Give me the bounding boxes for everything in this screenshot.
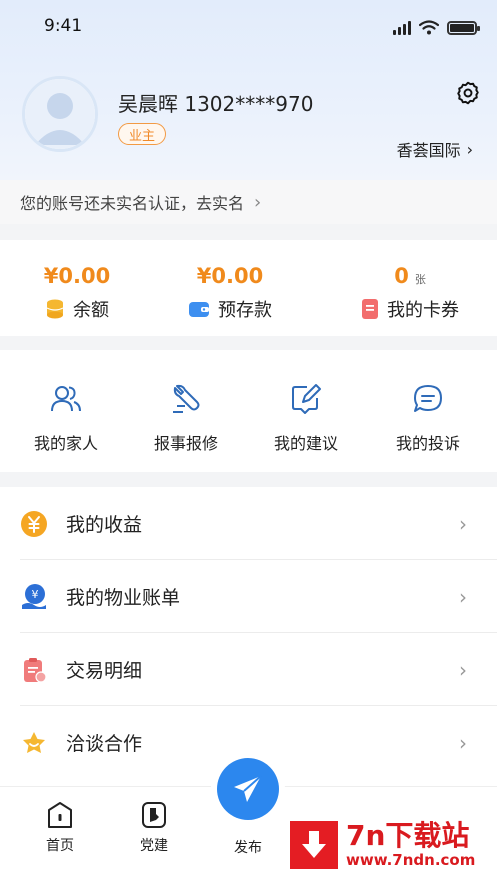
service-family[interactable]: 我的家人 [4,350,128,472]
role-badge: 业主 [118,123,166,145]
wallet-card: ¥0.00 余额 ¥0.00 预存款 0张 我的卡券 [0,240,497,336]
gear-icon[interactable] [455,80,481,106]
services-card: 我的家人 报事报修 我的建议 我的投诉 [0,350,497,472]
wallet-balance[interactable]: ¥0.00 余额 [15,240,139,336]
profile-header: 9:41 吴晨晖 1302****970 业主 香荟国际 › [0,0,497,180]
yuan-coin-icon [21,510,47,537]
prepaid-amount: ¥0.00 [196,264,264,288]
menu-item-cooperation-label: 洽谈合作 [66,733,143,755]
wallet-icon [189,302,209,317]
transaction-icon [24,657,47,683]
service-complaint[interactable]: 我的投诉 [366,350,490,472]
download-arrow-icon [290,821,338,869]
publish-button[interactable] [217,758,279,820]
menu-item-transactions-label: 交易明细 [66,660,143,682]
wallet-prepaid[interactable]: ¥0.00 预存款 [168,240,292,336]
balance-amount: ¥0.00 [43,264,111,288]
watermark-url: www.7ndn.com [346,851,476,869]
party-building-icon [142,802,166,828]
balance-label: 余额 [73,300,109,321]
cellular-signal-icon [393,20,411,35]
tab-publish-label: 发布 [234,840,262,856]
service-suggestion[interactable]: 我的建议 [244,350,368,472]
tab-party[interactable]: 党建 [114,787,194,883]
coupon-label: 我的卡券 [387,300,459,321]
menu-item-property-bill[interactable]: ¥ 我的物业账单 › [0,560,497,633]
menu-item-earnings[interactable]: 我的收益 › [0,487,497,560]
menu-list: 我的收益 › ¥ 我的物业账单 › 交易明细 › 洽谈合作 › [0,487,497,787]
tab-party-label: 党建 [140,838,168,854]
user-name-phone: 吴晨晖 1302****970 [118,92,314,116]
watermark-logo: 7n下载站 www.7ndn.com [290,815,490,875]
service-family-label: 我的家人 [33,434,98,453]
real-name-verify-bar[interactable]: 您的账号还未实名认证，去实名 › [0,180,497,224]
chevron-right-icon: › [459,730,467,755]
chevron-right-icon: › [459,584,467,609]
chevron-right-icon: › [459,511,467,536]
status-time: 9:41 [44,16,83,36]
service-repair[interactable]: 报事报修 [124,350,248,472]
coupon-icon [362,299,378,319]
cooperation-icon [23,731,45,753]
service-complaint-label: 我的投诉 [395,434,460,453]
bill-icon: ¥ [22,583,46,609]
menu-item-property-bill-label: 我的物业账单 [66,587,181,609]
battery-icon [447,20,480,35]
complaint-icon [414,385,442,412]
tab-home-label: 首页 [46,838,74,854]
home-icon [48,802,72,828]
family-icon [51,386,81,412]
service-suggestion-label: 我的建议 [273,434,338,453]
service-repair-label: 报事报修 [153,434,218,453]
coupon-unit: 张 [414,273,426,286]
community-name: 香荟国际 [396,141,461,160]
menu-item-transactions[interactable]: 交易明细 › [0,633,497,706]
tab-home[interactable]: 首页 [20,787,100,883]
svg-text:¥: ¥ [32,588,39,601]
verify-notice-text: 您的账号还未实名认证，去实名 [20,194,245,213]
chevron-right-icon: › [466,139,473,159]
avatar[interactable] [22,76,98,152]
menu-item-earnings-label: 我的收益 [66,514,143,536]
repair-icon [173,384,200,413]
coupon-count: 0张 [394,264,426,288]
default-avatar-icon [25,79,95,149]
status-icons [393,20,480,35]
chevron-right-icon: › [254,191,262,213]
coin-stack-icon [46,299,64,319]
community-selector[interactable]: 香荟国际 › [397,137,473,161]
paper-plane-icon [234,775,262,802]
prepaid-label: 预存款 [218,300,272,321]
wifi-icon [419,20,439,35]
wallet-coupons[interactable]: 0张 我的卡券 [340,240,480,336]
suggestion-icon [292,384,321,414]
chevron-right-icon: › [459,657,467,682]
watermark-title: 7n下载站 [346,819,470,852]
